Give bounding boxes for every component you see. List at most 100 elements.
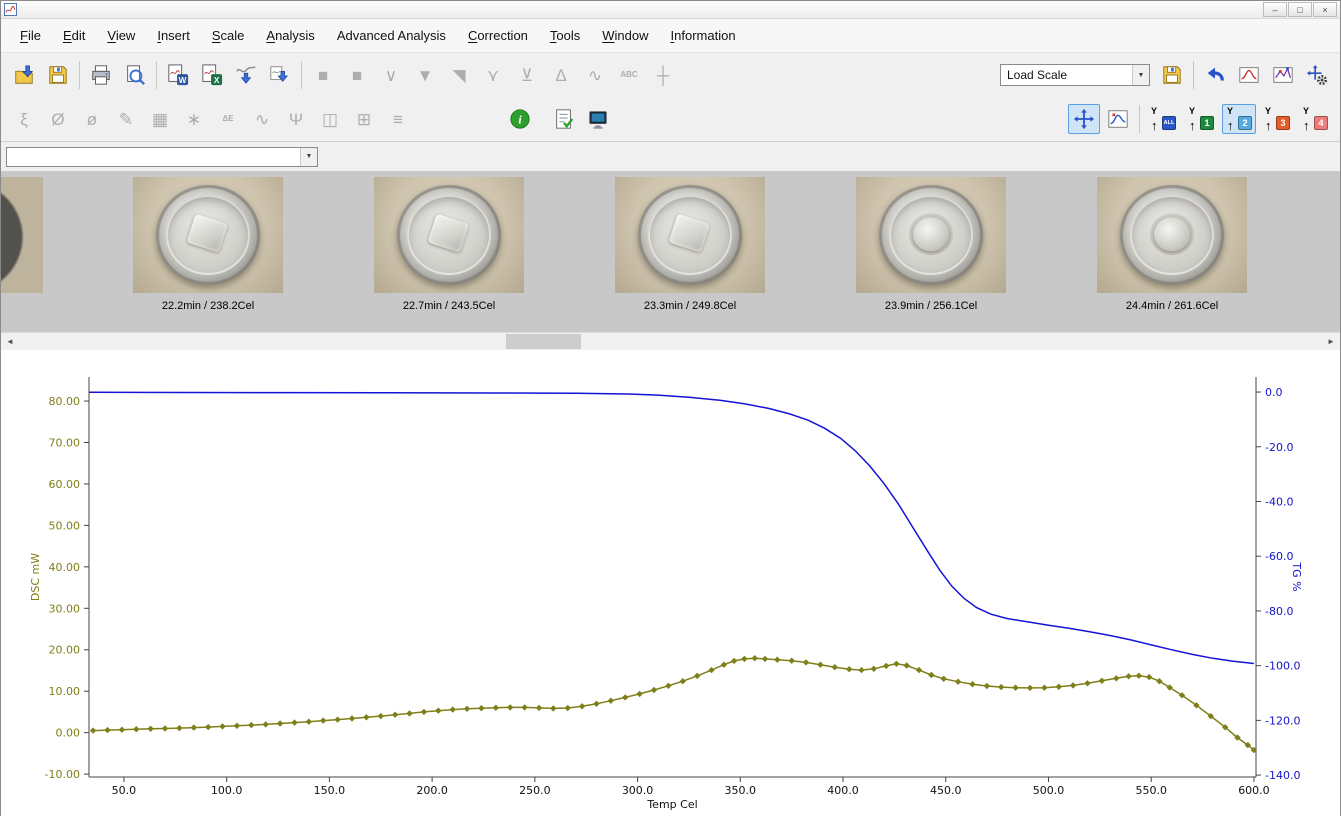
sample-setting-button[interactable]: ξ <box>8 104 40 134</box>
dma-delta-e-button[interactable]: ΔE <box>212 104 244 134</box>
sample-photo[interactable] <box>374 177 524 293</box>
chart-section: 50.0100.0150.0200.0250.0300.0350.0400.04… <box>1 350 1340 821</box>
information-button[interactable]: i <box>504 104 536 134</box>
menu-edit[interactable]: Edit <box>52 28 96 43</box>
valley-pick-icon: ⋎ <box>487 67 499 84</box>
y-axis-letter: Y <box>1151 106 1157 116</box>
undo-scale-button[interactable] <box>1199 60 1231 90</box>
peak-slope-button[interactable]: ◥ <box>443 60 475 90</box>
svg-text:300.0: 300.0 <box>622 784 654 797</box>
y-scale-3-button[interactable]: Y↑3 <box>1260 104 1294 134</box>
restore-button[interactable]: □ <box>1288 2 1312 17</box>
monitor-button[interactable] <box>582 104 614 134</box>
menu-insert[interactable]: Insert <box>146 28 201 43</box>
peak-pick-button[interactable]: ▼ <box>409 60 441 90</box>
clean-curve-button[interactable]: ∗ <box>178 104 210 134</box>
chevron-down-icon: ▼ <box>300 148 317 166</box>
menu-scale[interactable]: Scale <box>201 28 256 43</box>
svg-text:W: W <box>179 76 187 85</box>
report-check-button[interactable] <box>548 104 580 134</box>
scroll-left-button[interactable]: ◄ <box>1 333 19 350</box>
curve-check-button[interactable]: ∨ <box>375 60 407 90</box>
zoom-curve-button[interactable] <box>1102 104 1134 134</box>
copy-curve-button[interactable]: ⊞ <box>348 104 380 134</box>
y-scale-2-button[interactable]: Y↑2 <box>1222 104 1256 134</box>
valley-pick-button[interactable]: ⋎ <box>477 60 509 90</box>
menu-information[interactable]: Information <box>660 28 747 43</box>
copy-curve-icon: ⊞ <box>357 111 371 128</box>
clean-curve-icon: ∗ <box>187 111 201 128</box>
save-scale-button[interactable] <box>1156 60 1188 90</box>
menu-window[interactable]: Window <box>591 28 659 43</box>
sample-photo-partial[interactable] <box>1 177 43 293</box>
tweezers-button[interactable]: Ø <box>42 104 74 134</box>
svg-text:-40.0: -40.0 <box>1265 495 1293 508</box>
curve-selector-row: ▼ <box>1 142 1340 172</box>
y-scale-1-button[interactable]: Y↑1 <box>1184 104 1218 134</box>
menu-view[interactable]: View <box>96 28 146 43</box>
annotation-icon: ABC <box>620 71 637 79</box>
smoothing-button[interactable]: ∿ <box>579 60 611 90</box>
onset-button[interactable]: Δ <box>545 60 577 90</box>
y-scale-4-button[interactable]: Y↑4 <box>1298 104 1332 134</box>
sample-photo[interactable] <box>133 177 283 293</box>
print-button[interactable] <box>85 60 117 90</box>
y-axis-badge: 3 <box>1276 116 1290 130</box>
svg-text:450.0: 450.0 <box>930 784 962 797</box>
sample-photo[interactable] <box>856 177 1006 293</box>
menu-correction[interactable]: Correction <box>457 28 539 43</box>
tile-window-button[interactable]: ■ <box>341 60 373 90</box>
menu-tools[interactable]: Tools <box>539 28 591 43</box>
minimize-button[interactable]: – <box>1263 2 1287 17</box>
max-min-scale-button[interactable] <box>1267 60 1299 90</box>
probe-button[interactable]: Ψ <box>280 104 312 134</box>
sample-photo[interactable] <box>1097 177 1247 293</box>
toolbar-row-2: ξØø✎▦ ∗ ΔE∿Ψ◫ ⊞ ≡ i Y↑ALLY↑1Y↑2Y↑3Y↑4 <box>1 97 1340 141</box>
y-axis-badge: 4 <box>1314 116 1328 130</box>
auto-scale-button[interactable] <box>1233 60 1265 90</box>
menu-file[interactable]: File <box>9 28 52 43</box>
export-word-button[interactable]: W <box>162 60 194 90</box>
overlay-window-button[interactable]: ■ <box>307 60 339 90</box>
peak-area-button[interactable]: ⊻ <box>511 60 543 90</box>
close-button[interactable]: × <box>1313 2 1337 17</box>
matrix-data-button[interactable]: ▦ <box>144 104 176 134</box>
export-excel-button[interactable]: X <box>196 60 228 90</box>
overlay-window-icon: ■ <box>318 67 328 84</box>
y-scale-all-button[interactable]: Y↑ALL <box>1146 104 1180 134</box>
master-curve-button[interactable]: ∿ <box>246 104 278 134</box>
menu-advanced-analysis[interactable]: Advanced Analysis <box>326 28 457 43</box>
import-curve-alt-button[interactable] <box>264 60 296 90</box>
save-file-button[interactable] <box>42 60 74 90</box>
open-file-button[interactable] <box>8 60 40 90</box>
filmstrip-scrollbar[interactable]: ◄ ► <box>1 332 1340 350</box>
scrollbar-thumb[interactable] <box>506 334 581 349</box>
tm-dsc-button[interactable]: ≡ <box>382 104 414 134</box>
svg-text:X: X <box>214 76 220 85</box>
tm-dsc-icon: ≡ <box>393 111 403 128</box>
print-preview-button[interactable] <box>119 60 151 90</box>
annotation-button[interactable]: ABC <box>613 60 645 90</box>
tg-curve <box>89 392 1254 663</box>
grip-curve-button[interactable]: ◫ <box>314 104 346 134</box>
axis-settings-button[interactable] <box>1301 60 1333 90</box>
axis-setup-button[interactable]: ┼ <box>647 60 679 90</box>
pen-curve-button[interactable]: ✎ <box>110 104 142 134</box>
toolbar-separator <box>1193 61 1194 89</box>
tweezers-alt-button[interactable]: ø <box>76 104 108 134</box>
dsc-tg-chart: 50.0100.0150.0200.0250.0300.0350.0400.04… <box>1 350 1341 816</box>
import-curve-button[interactable] <box>230 60 262 90</box>
scroll-right-button[interactable]: ► <box>1322 333 1340 350</box>
pan-axes-button[interactable] <box>1068 104 1100 134</box>
tweezers-icon: Ø <box>51 111 64 128</box>
svg-text:550.0: 550.0 <box>1135 784 1167 797</box>
curve-selector[interactable]: ▼ <box>6 147 318 167</box>
menubar: FileEditViewInsertScaleAnalysisAdvanced … <box>1 19 1340 53</box>
svg-text:-80.0: -80.0 <box>1265 605 1293 618</box>
tile-window-icon: ■ <box>352 67 362 84</box>
sample-photo[interactable] <box>615 177 765 293</box>
scale-mode-select[interactable]: Load Scale▼ <box>1000 64 1150 86</box>
dsc-curve <box>93 658 1254 750</box>
menu-analysis[interactable]: Analysis <box>255 28 325 43</box>
peak-area-icon: ⊻ <box>521 67 533 84</box>
